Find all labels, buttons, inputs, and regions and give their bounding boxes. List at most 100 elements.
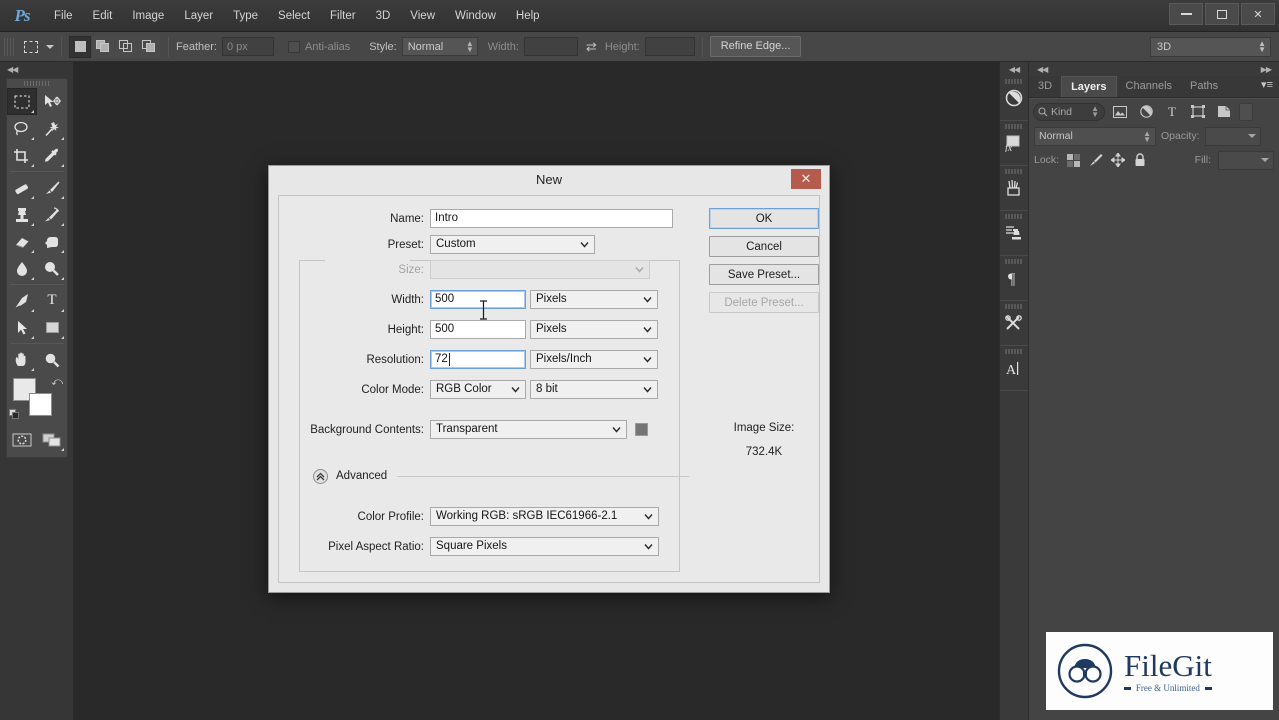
resolution-input[interactable]: 72 <box>430 350 526 369</box>
tab-paths[interactable]: Paths <box>1181 76 1227 97</box>
zoom-tool[interactable] <box>37 346 67 373</box>
default-colors-icon[interactable] <box>9 409 20 420</box>
brush-panel-icon[interactable] <box>1000 166 1028 210</box>
ok-button[interactable]: OK <box>709 208 819 229</box>
clone-stamp-tool[interactable] <box>7 201 37 228</box>
filter-toggle-switch[interactable] <box>1239 102 1253 121</box>
horizontal-type-tool[interactable]: T <box>37 287 67 314</box>
menu-3d[interactable]: 3D <box>366 0 401 32</box>
pixel-aspect-ratio-select[interactable]: Square Pixels <box>430 537 659 556</box>
close-button[interactable]: ✕ <box>1241 3 1275 25</box>
name-input[interactable]: Intro <box>430 209 673 228</box>
dodge-tool[interactable] <box>37 255 67 282</box>
dock-collapse-right-icon[interactable]: ▶▶ <box>1261 65 1272 74</box>
width-input[interactable] <box>523 37 578 56</box>
height-unit-select[interactable]: Pixels <box>530 320 658 339</box>
rectangular-marquee-tool[interactable] <box>7 88 37 115</box>
save-preset-button[interactable]: Save Preset... <box>709 264 819 285</box>
lasso-tool[interactable] <box>7 115 37 142</box>
lock-position-icon[interactable] <box>1110 153 1125 168</box>
minimize-button[interactable] <box>1169 3 1203 25</box>
refine-edge-button[interactable]: Refine Edge... <box>709 36 802 57</box>
feather-input[interactable]: 0 px <box>221 37 274 56</box>
paragraph-panel-icon[interactable]: ¶ <box>1000 256 1028 300</box>
options-bar-grip[interactable] <box>4 37 14 56</box>
background-color-swatch[interactable] <box>29 393 52 416</box>
lock-image-pixels-icon[interactable] <box>1088 153 1103 168</box>
lock-transparent-pixels-icon[interactable] <box>1066 153 1081 168</box>
menu-window[interactable]: Window <box>445 0 506 32</box>
brush-tool[interactable] <box>37 174 67 201</box>
pen-tool[interactable] <box>7 287 37 314</box>
move-tool[interactable] <box>37 88 67 115</box>
add-to-selection-button[interactable] <box>92 35 114 58</box>
tool-presets-panel-icon[interactable] <box>1000 301 1028 345</box>
eyedropper-tool[interactable] <box>37 142 67 169</box>
menu-layer[interactable]: Layer <box>174 0 223 32</box>
lock-all-icon[interactable] <box>1132 153 1147 168</box>
eraser-tool[interactable] <box>7 228 37 255</box>
workspace-select[interactable]: 3D ▲ ▼ <box>1150 37 1271 57</box>
spot-healing-brush-tool[interactable] <box>7 174 37 201</box>
panel-menu-icon[interactable]: ▾≡ <box>1261 80 1273 91</box>
adjustments-panel-icon[interactable]: fx <box>1000 121 1028 165</box>
character-panel-icon[interactable]: A <box>1000 346 1028 390</box>
tool-preset-chevron-down-icon[interactable] <box>46 44 54 49</box>
quick-mask-tool[interactable] <box>7 426 37 453</box>
resolution-unit-select[interactable]: Pixels/Inch <box>530 350 658 369</box>
tab-3d[interactable]: 3D <box>1029 76 1061 97</box>
pixel-layer-filter-icon[interactable] <box>1109 102 1131 122</box>
marquee-tool-icon[interactable] <box>18 36 44 58</box>
rectangle-tool[interactable] <box>37 314 67 341</box>
screen-mode-tool[interactable] <box>37 426 67 453</box>
menu-filter[interactable]: Filter <box>320 0 366 32</box>
background-color-swatch[interactable] <box>635 423 648 436</box>
background-contents-select[interactable]: Transparent <box>430 420 627 439</box>
preset-select[interactable]: Custom <box>430 235 595 254</box>
swap-colors-icon[interactable]: ⤺ <box>51 376 63 389</box>
anti-alias-checkbox[interactable] <box>287 40 300 53</box>
blend-mode-select[interactable]: Normal ▲ ▼ <box>1034 126 1156 146</box>
left-dock-collapse-button[interactable]: ◀◀ <box>0 62 73 76</box>
gradient-tool[interactable] <box>37 228 67 255</box>
adjustment-layer-filter-icon[interactable] <box>1135 102 1157 122</box>
color-profile-select[interactable]: Working RGB: sRGB IEC61966-2.1 <box>430 507 659 526</box>
menu-edit[interactable]: Edit <box>83 0 123 32</box>
dialog-close-button[interactable]: ✕ <box>791 169 821 189</box>
blur-tool[interactable] <box>7 255 37 282</box>
rail-collapse-button[interactable]: ◀◀ <box>1000 62 1028 76</box>
smart-object-filter-icon[interactable] <box>1213 102 1235 122</box>
color-panel-icon[interactable] <box>1000 76 1028 120</box>
magic-wand-tool[interactable] <box>37 115 67 142</box>
swap-arrows-icon[interactable]: ⇄ <box>586 39 597 55</box>
menu-view[interactable]: View <box>400 0 445 32</box>
menu-image[interactable]: Image <box>122 0 174 32</box>
toolbox-grip[interactable] <box>7 79 67 88</box>
subtract-from-selection-button[interactable] <box>115 35 137 58</box>
width-input[interactable]: 500 <box>430 290 526 309</box>
hand-tool[interactable] <box>7 346 37 373</box>
intersect-with-selection-button[interactable] <box>138 35 160 58</box>
advanced-collapse-toggle[interactable] <box>313 468 328 484</box>
opacity-input[interactable] <box>1204 126 1261 146</box>
style-select[interactable]: Normal ▲ ▼ <box>401 37 478 56</box>
fill-input[interactable] <box>1218 150 1274 170</box>
cancel-button[interactable]: Cancel <box>709 236 819 257</box>
menu-type[interactable]: Type <box>223 0 268 32</box>
layer-filter-kind-select[interactable]: Kind ▲ ▼ <box>1033 102 1105 121</box>
color-depth-select[interactable]: 8 bit <box>530 380 658 399</box>
type-layer-filter-icon[interactable]: T <box>1161 102 1183 122</box>
clone-source-panel-icon[interactable] <box>1000 211 1028 255</box>
history-brush-tool[interactable] <box>37 201 67 228</box>
path-selection-tool[interactable] <box>7 314 37 341</box>
color-mode-select[interactable]: RGB Color <box>430 380 526 399</box>
menu-file[interactable]: File <box>44 0 83 32</box>
maximize-button[interactable] <box>1205 3 1239 25</box>
width-unit-select[interactable]: Pixels <box>530 290 658 309</box>
tab-channels[interactable]: Channels <box>1117 76 1181 97</box>
height-input[interactable] <box>644 37 695 56</box>
shape-layer-filter-icon[interactable] <box>1187 102 1209 122</box>
tab-layers[interactable]: Layers <box>1061 76 1117 97</box>
menu-select[interactable]: Select <box>268 0 320 32</box>
crop-tool[interactable] <box>7 142 37 169</box>
